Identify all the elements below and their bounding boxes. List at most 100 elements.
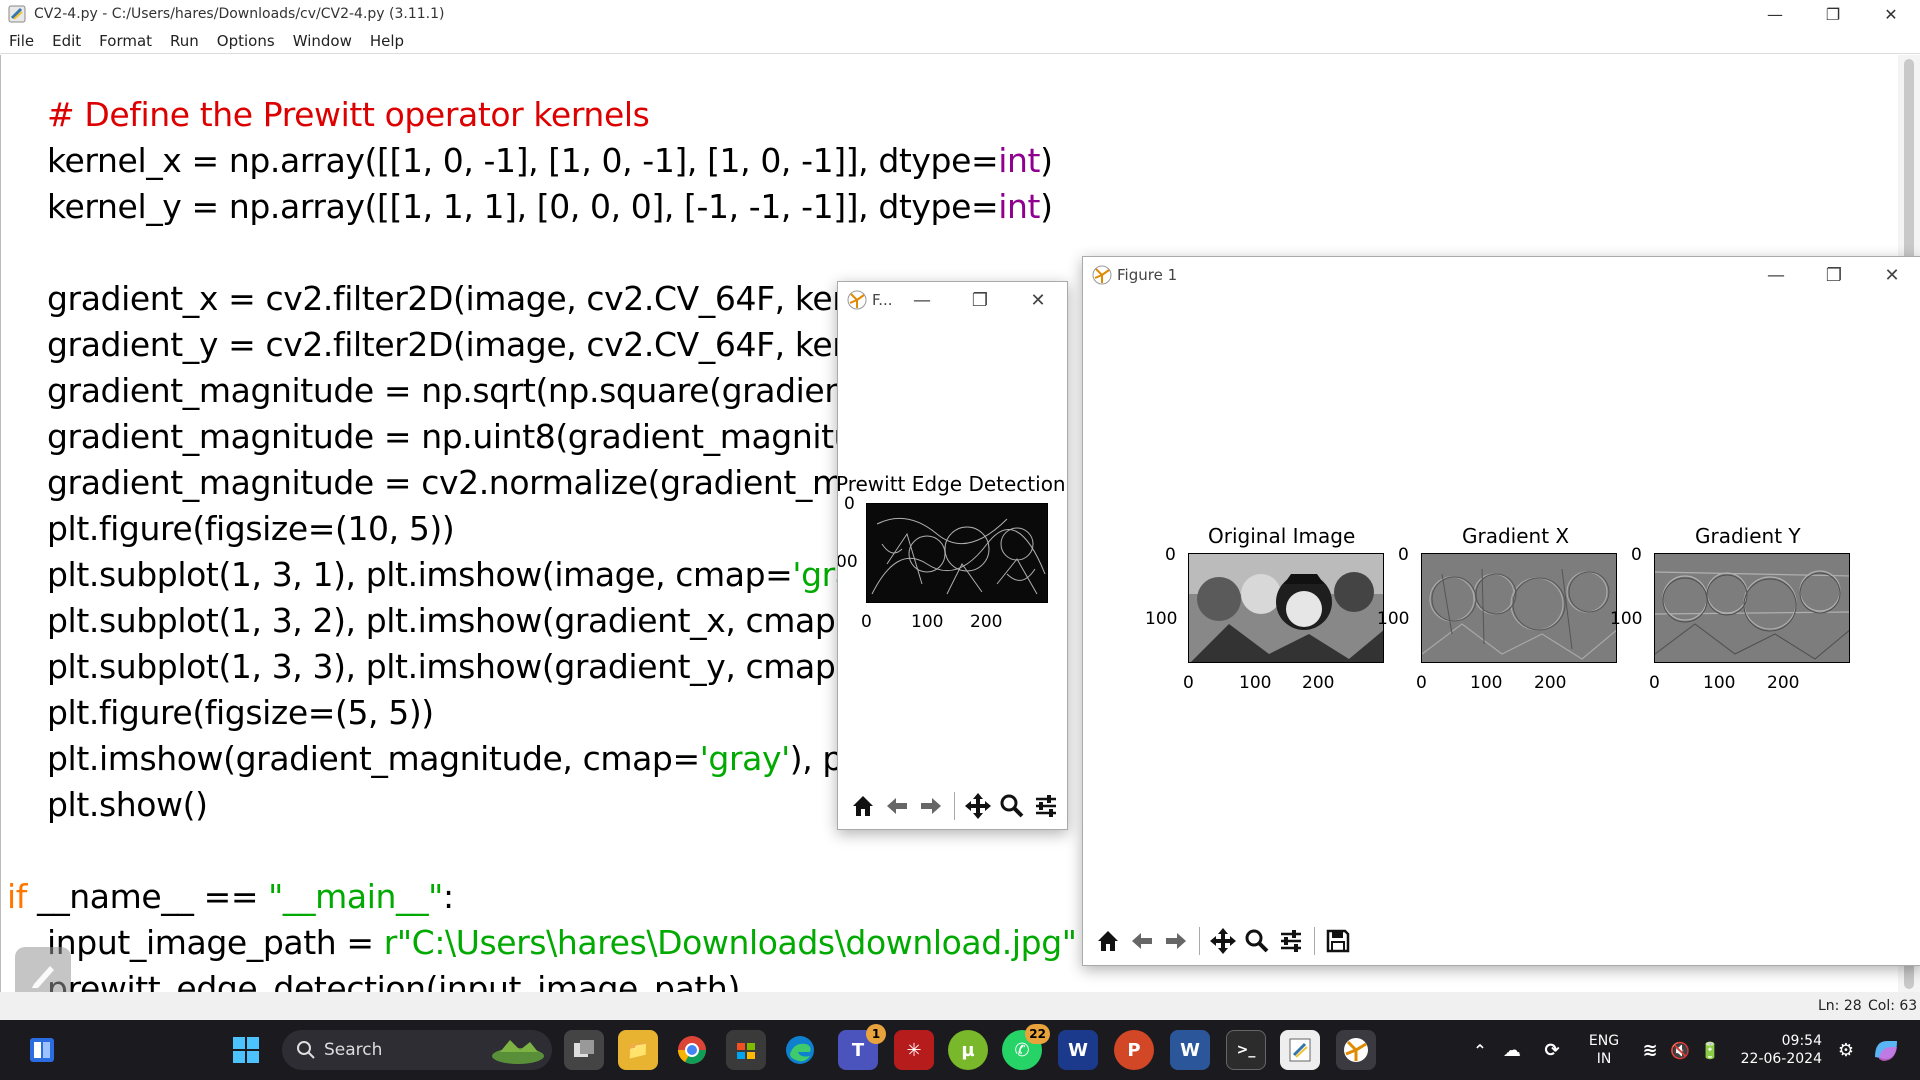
code-line: if __name__ == "__main__": [7,877,454,916]
menu-file[interactable]: File [0,32,43,50]
forward-arrow-icon[interactable] [914,789,948,823]
zoom-icon[interactable] [1240,924,1274,958]
chrome-icon[interactable] [672,1030,712,1070]
menu-help[interactable]: Help [361,32,413,50]
minimize-button[interactable]: — [893,282,951,318]
widgets-icon[interactable] [22,1030,62,1070]
gradient-y-image [1654,553,1850,663]
code-string: "__main__" [268,877,443,916]
window-title: CV2-4.py - C:/Users/hares/Downloads/cv/C… [34,6,445,22]
maximize-button[interactable]: ❐ [1805,257,1863,293]
maximize-button[interactable]: ❐ [1804,0,1862,28]
code-text: kernel_x = np.array([[1, 0, -1], [1, 0, … [47,141,999,180]
figure-toolbar [838,783,1067,829]
configure-subplots-icon[interactable] [1029,789,1063,823]
maximize-button[interactable]: ❐ [951,282,1009,318]
close-button[interactable]: ✕ [1862,0,1920,28]
menu-run[interactable]: Run [161,32,208,50]
minimize-button[interactable]: — [1747,257,1805,293]
taskbar: Search 📁 T1 ✳ µ ✆ 22 W P W >_ ⌃ ☁ ⟳ ENG I… [0,1020,1920,1080]
whatsapp-badge: 22 [1025,1024,1050,1044]
close-button[interactable]: ✕ [1009,282,1067,318]
code-line: gradient_magnitude = np.uint8(gradient_m… [47,417,908,456]
menu-format[interactable]: Format [90,32,161,50]
matplotlib-icon [1092,265,1112,285]
figure-window-small[interactable]: F... — ❐ ✕ Prewitt Edge Detection 0 00 0… [837,281,1068,830]
idle-icon[interactable] [1280,1030,1320,1070]
zoom-icon[interactable] [995,789,1029,823]
status-line: Ln: 28 [1818,998,1862,1014]
battery-icon[interactable]: 🔋 [1690,1030,1730,1070]
x-tick-label: 200 [1534,673,1567,693]
taskbar-search[interactable]: Search [282,1030,552,1070]
menu-options[interactable]: Options [208,32,284,50]
sync-icon[interactable]: ⟳ [1532,1030,1572,1070]
teams-icon[interactable]: T1 [838,1024,886,1070]
spiderman-game-icon[interactable]: ✳ [894,1030,934,1070]
status-column: Col: 63 [1868,998,1918,1014]
code-line: plt.figure(figsize=(10, 5)) [47,509,455,548]
clock[interactable]: 09:54 22-06-2024 [1730,1032,1822,1068]
onedrive-icon[interactable]: ☁ [1492,1030,1532,1070]
code-string: r"C:\Users\hares\Downloads\download.jpg" [383,923,1077,962]
copilot-icon[interactable] [1866,1030,1906,1070]
search-icon [297,1041,315,1059]
x-tick-label: 100 [1470,673,1503,693]
search-highlight-icon [492,1040,544,1064]
window-title-bar: CV2-4.py - C:/Users/hares/Downloads/cv/C… [0,0,1920,28]
pen-widget-icon[interactable] [15,947,71,992]
code-line: plt.subplot(1, 3, 3), plt.imshow(gradien… [47,647,892,686]
minimize-button[interactable]: — [1746,0,1804,28]
code-line: plt.subplot(1, 3, 2), plt.imshow(gradien… [47,601,892,640]
configure-subplots-icon[interactable] [1274,924,1308,958]
pan-icon[interactable] [961,789,995,823]
home-icon[interactable] [1091,924,1125,958]
back-arrow-icon[interactable] [880,789,914,823]
x-tick-label: 200 [970,612,1003,632]
menu-edit[interactable]: Edit [43,32,90,50]
search-label: Search [324,1040,383,1060]
back-arrow-icon[interactable] [1125,924,1159,958]
whatsapp-icon[interactable]: ✆ 22 [1002,1024,1050,1070]
code-text: plt.subplot(1, 3, 1), plt.imshow(image, … [47,555,793,594]
code-line: plt.imshow(gradient_magnitude, cmap='gra… [47,739,896,778]
webex-icon[interactable]: W [1058,1030,1098,1070]
word-icon[interactable]: W [1170,1030,1210,1070]
microsoft-store-icon[interactable] [726,1030,766,1070]
code-line: # Define the Prewitt operator kernels [47,95,650,134]
menu-window[interactable]: Window [284,32,361,50]
region-label: IN [1596,1051,1612,1067]
utorrent-icon[interactable]: µ [948,1030,988,1070]
code-line: gradient_y = cv2.filter2D(image, cv2.CV_… [47,325,886,364]
code-string: 'gray' [699,739,790,778]
forward-arrow-icon[interactable] [1159,924,1193,958]
language-indicator[interactable]: ENG IN [1584,1032,1624,1068]
code-line: prewitt_edge_detection(input_image_path) [47,969,740,992]
edge-icon[interactable] [780,1030,820,1070]
figure-window-main[interactable]: Figure 1 — ❐ ✕ Original Image 0 100 0 10… [1082,256,1920,966]
language-label: ENG [1588,1033,1620,1049]
save-icon[interactable] [1321,924,1355,958]
close-button[interactable]: ✕ [1863,257,1920,293]
pan-icon[interactable] [1206,924,1240,958]
figure-toolbar [1083,917,1920,965]
gradient-x-image [1421,553,1617,663]
windows-start-icon[interactable] [226,1030,266,1070]
settings-gear-icon[interactable]: ⚙ [1826,1030,1866,1070]
code-keyword: if [7,877,27,916]
code-line: plt.figure(figsize=(5, 5)) [47,693,434,732]
home-icon[interactable] [846,789,880,823]
terminal-icon[interactable]: >_ [1226,1030,1266,1070]
x-tick-label: 100 [911,612,944,632]
code-text: plt.imshow(gradient_magnitude, cmap= [47,739,700,778]
y-tick-label: 00 [837,552,858,572]
matplotlib-icon [847,290,867,310]
teams-badge: 1 [866,1024,886,1044]
x-tick-label: 0 [861,612,872,632]
file-explorer-icon[interactable]: 📁 [618,1030,658,1070]
menu-bar: File Edit Format Run Options Window Help [0,28,1920,54]
matplotlib-taskbar-icon[interactable] [1336,1030,1376,1070]
code-comment: # Define the Prewitt operator kernels [47,95,650,134]
task-view-icon[interactable] [564,1030,604,1070]
powerpoint-icon[interactable]: P [1114,1030,1154,1070]
